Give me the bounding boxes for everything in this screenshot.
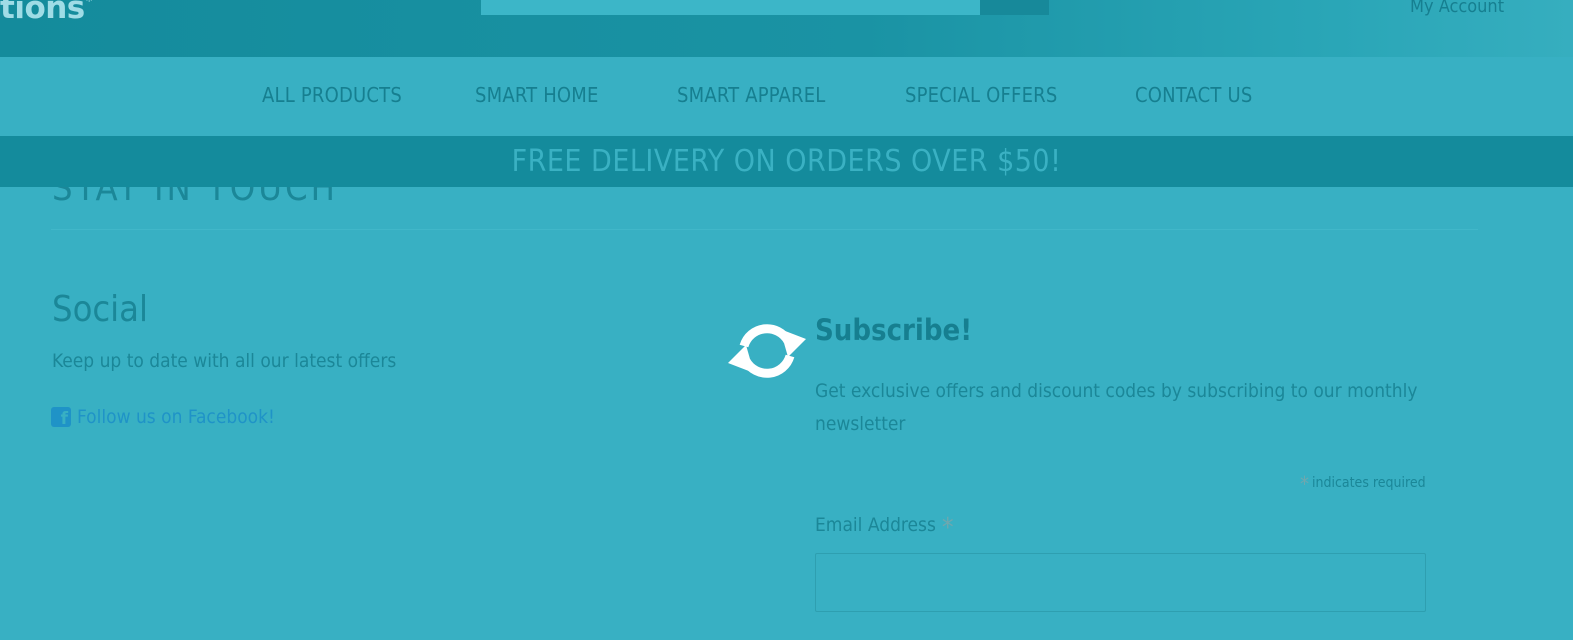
social-title: Social [52, 289, 149, 330]
required-note-text: indicates required [1312, 475, 1426, 491]
search-button[interactable] [980, 0, 1049, 15]
nav-item-all-products[interactable]: ALL PRODUCTS [262, 83, 402, 107]
email-required-asterisk: * [941, 513, 954, 543]
nav-item-smart-home[interactable]: SMART HOME [475, 83, 599, 107]
required-note: * indicates required [1300, 472, 1426, 496]
subscribe-title: Subscribe! [815, 313, 973, 347]
email-label: Email Address * [815, 513, 954, 543]
facebook-square-icon [51, 407, 71, 429]
site-logo[interactable]: tions [0, 0, 85, 26]
facebook-link-label: Follow us on Facebook! [77, 406, 275, 428]
top-header: tions * My Account [0, 0, 1573, 57]
divider [51, 229, 1478, 230]
my-account-link[interactable]: My Account [1410, 0, 1504, 17]
email-label-text: Email Address [815, 514, 936, 536]
email-field[interactable] [815, 553, 1426, 612]
promo-banner: FREE DELIVERY ON ORDERS OVER $50! [0, 136, 1573, 187]
nav-item-special-offers[interactable]: SPECIAL OFFERS [905, 83, 1058, 107]
nav-item-contact-us[interactable]: CONTACT US [1135, 83, 1252, 107]
search-input[interactable] [481, 0, 980, 15]
required-asterisk: * [1300, 472, 1309, 496]
promo-text: FREE DELIVERY ON ORDERS OVER $50! [511, 144, 1062, 179]
refresh-icon [728, 324, 806, 378]
nav-item-smart-apparel[interactable]: SMART APPAREL [677, 83, 826, 107]
subscribe-description: Get exclusive offers and discount codes … [815, 380, 1418, 435]
social-description: Keep up to date with all our latest offe… [52, 350, 397, 372]
main-nav: ALL PRODUCTS SMART HOME SMART APPAREL SP… [0, 57, 1573, 136]
logo-star-icon: * [86, 0, 93, 10]
facebook-link[interactable]: Follow us on Facebook! [51, 406, 275, 429]
